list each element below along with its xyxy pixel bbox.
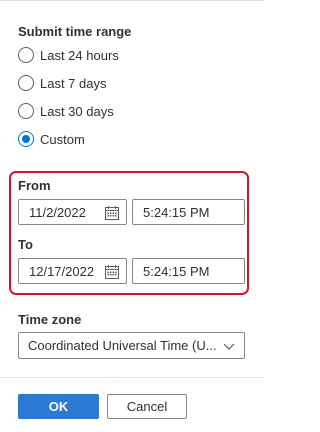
radio-last-30-days[interactable]: Last 30 days (18, 103, 114, 119)
from-date-input[interactable]: 11/2/2022 (18, 199, 127, 225)
calendar-icon[interactable] (104, 205, 120, 221)
radio-button[interactable] (18, 75, 34, 91)
top-divider (0, 0, 265, 1)
submit-time-range-title: Submit time range (18, 24, 132, 39)
radio-button[interactable] (18, 103, 34, 119)
from-time-value: 5:24:15 PM (143, 204, 210, 220)
radio-label: Last 30 days (40, 103, 114, 119)
radio-button-selected[interactable] (18, 131, 34, 147)
radio-custom[interactable]: Custom (18, 131, 85, 147)
to-date-value: 12/17/2022 (29, 263, 95, 279)
ok-button[interactable]: OK (18, 394, 99, 419)
radio-last-7-days[interactable]: Last 7 days (18, 75, 107, 91)
chevron-down-icon (223, 343, 235, 350)
time-zone-value: Coordinated Universal Time (U... (28, 338, 217, 353)
radio-label: Last 7 days (40, 75, 107, 91)
footer-divider (0, 377, 265, 378)
to-time-input[interactable]: 5:24:15 PM (132, 258, 245, 284)
cancel-button[interactable]: Cancel (107, 394, 187, 419)
time-zone-label: Time zone (18, 312, 82, 327)
from-time-input[interactable]: 5:24:15 PM (132, 199, 245, 225)
time-zone-select[interactable]: Coordinated Universal Time (U... (18, 332, 245, 359)
to-date-input[interactable]: 12/17/2022 (18, 258, 127, 284)
to-time-value: 5:24:15 PM (143, 263, 210, 279)
radio-button[interactable] (18, 47, 34, 63)
to-label: To (18, 237, 33, 252)
radio-last-24-hours[interactable]: Last 24 hours (18, 47, 119, 63)
calendar-icon[interactable] (104, 264, 120, 280)
from-date-value: 11/2/2022 (29, 204, 86, 220)
radio-label: Last 24 hours (40, 47, 119, 63)
radio-label: Custom (40, 131, 85, 147)
from-label: From (18, 178, 51, 193)
